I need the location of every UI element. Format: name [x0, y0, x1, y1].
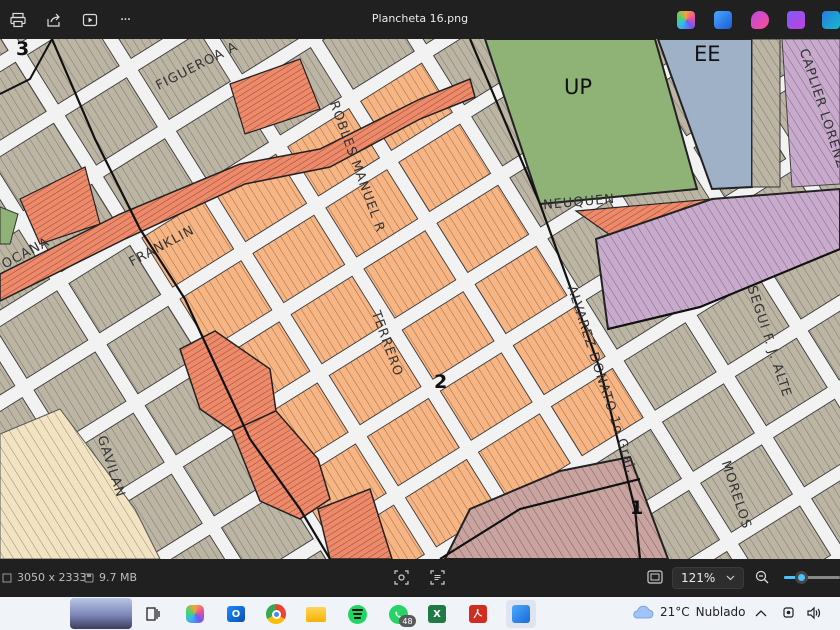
zone-label-3: 3 — [16, 39, 30, 60]
weather-widget[interactable]: 21°C Nublado — [632, 605, 746, 619]
photos-taskbar-icon[interactable] — [506, 600, 536, 628]
copilot-taskbar-icon[interactable] — [183, 602, 207, 626]
zone-label-ee: EE — [694, 42, 721, 66]
image-dimensions: 3050 x 2333 — [2, 571, 87, 584]
volume-icon[interactable] — [806, 606, 822, 623]
share-icon[interactable] — [43, 9, 65, 31]
image-dimensions-value: 3050 x 2333 — [17, 571, 87, 584]
clipchamp-icon[interactable] — [751, 11, 769, 29]
status-bar: 3050 x 2333 9.7 MB 121% — [0, 559, 840, 597]
zone-label-1: 1 — [630, 497, 644, 519]
save-icon — [84, 573, 94, 582]
zone-label-2: 2 — [434, 371, 448, 393]
taskbar: O 48 X 21°C Nublado — [0, 597, 840, 630]
designer-icon[interactable] — [714, 11, 732, 29]
image-filesize: 9.7 MB — [84, 571, 137, 584]
zoom-slider-thumb[interactable] — [794, 571, 808, 584]
window-title: Plancheta 16.png — [371, 12, 469, 25]
widgets-icon[interactable] — [70, 598, 132, 629]
stream-icon[interactable] — [787, 11, 805, 29]
zoom-out-icon[interactable] — [755, 570, 769, 584]
title-bar: ··· Plancheta 16.png — [0, 0, 840, 39]
zoom-dropdown[interactable]: 121% — [672, 567, 744, 589]
dimensions-icon — [2, 573, 12, 582]
task-view-icon[interactable] — [141, 602, 165, 626]
zone-label-up: UP — [564, 75, 593, 99]
image-filesize-value: 9.7 MB — [99, 571, 138, 584]
print-icon[interactable] — [7, 9, 29, 31]
block-east-strip — [751, 39, 781, 188]
copilot-icon[interactable] — [677, 11, 695, 29]
photos-app-window: ··· Plancheta 16.png FIGUEROA A ROBLES M… — [0, 0, 840, 630]
excel-icon[interactable]: X — [425, 602, 449, 626]
text-recognition-icon[interactable] — [430, 570, 445, 585]
slideshow-icon[interactable] — [79, 9, 101, 31]
spotify-icon[interactable] — [345, 602, 369, 626]
chevron-up-icon[interactable] — [755, 606, 767, 620]
visual-search-icon[interactable] — [394, 570, 409, 585]
zoom-value: 121% — [681, 571, 716, 585]
cloud-icon — [633, 605, 654, 619]
cadastral-map — [0, 39, 840, 559]
image-viewport[interactable]: FIGUEROA A ROBLES MANUEL R FRANKLIN OCAN… — [0, 39, 840, 559]
meet-now-icon[interactable] — [782, 606, 796, 623]
photos-icon[interactable] — [822, 11, 840, 29]
file-explorer-icon[interactable] — [304, 602, 328, 626]
outlook-icon[interactable]: O — [224, 602, 248, 626]
weather-temperature: 21°C — [660, 605, 690, 619]
weather-description: Nublado — [695, 605, 746, 619]
more-icon[interactable]: ··· — [114, 9, 136, 31]
zoom-slider[interactable] — [784, 571, 840, 584]
chrome-icon[interactable] — [264, 602, 288, 626]
whatsapp-unread-badge: 48 — [399, 615, 416, 627]
acrobat-icon[interactable] — [466, 602, 490, 626]
chevron-down-icon — [726, 575, 735, 581]
whatsapp-icon[interactable]: 48 — [386, 602, 416, 627]
fit-to-window-icon[interactable] — [647, 570, 663, 584]
